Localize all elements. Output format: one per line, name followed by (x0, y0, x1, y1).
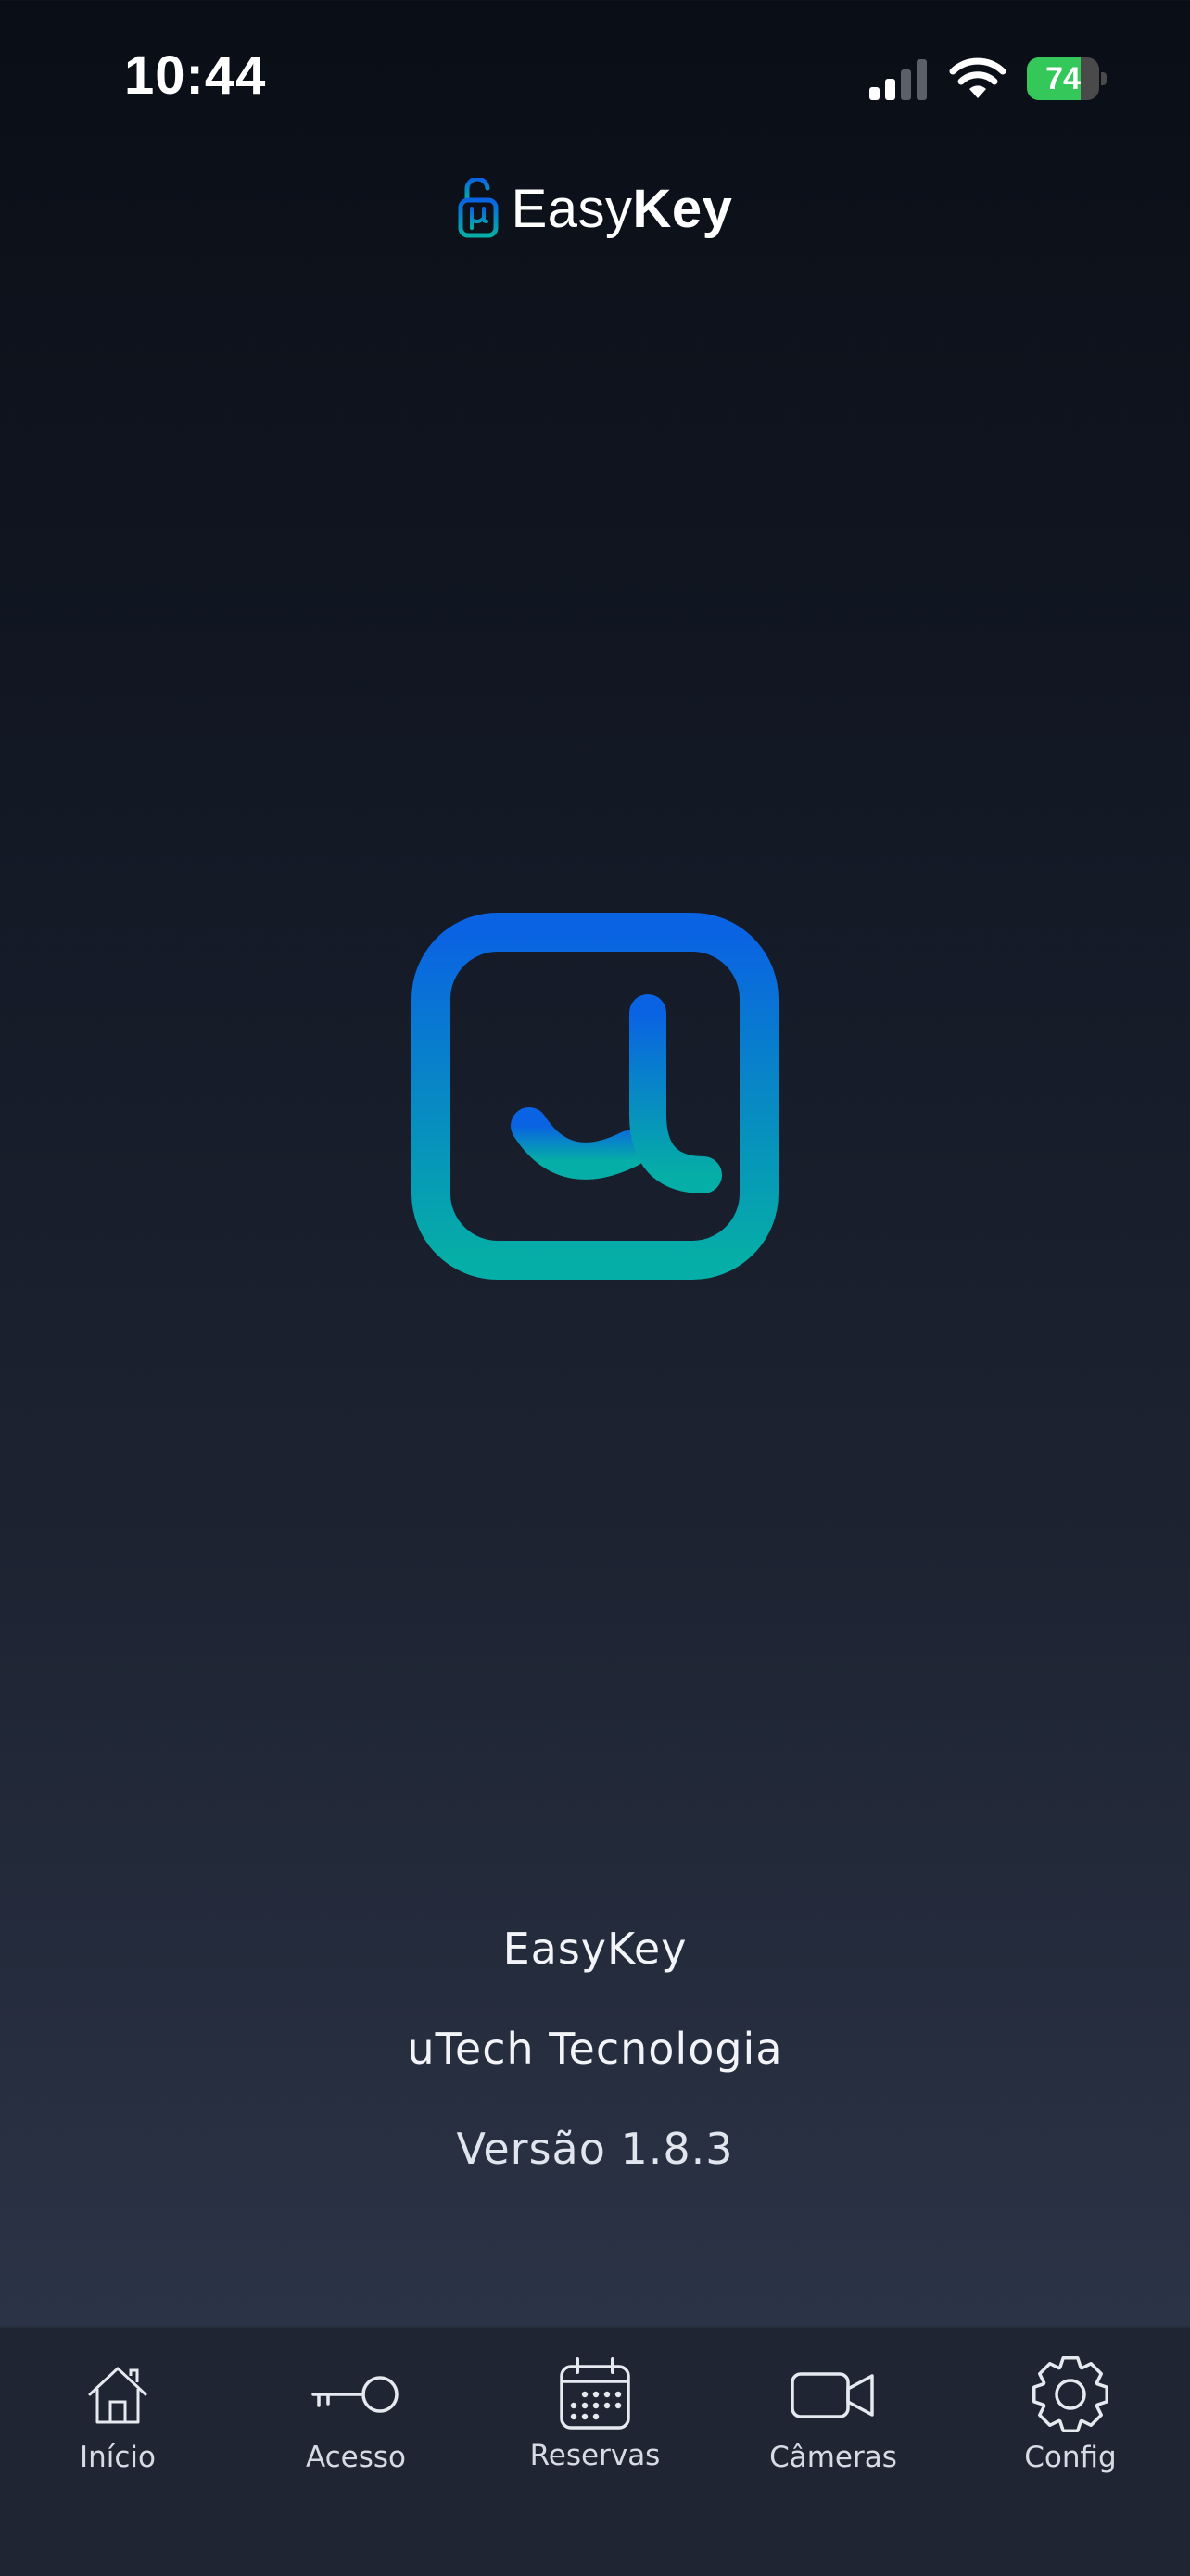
app-header: EasyKey (0, 167, 1190, 250)
key-icon (311, 2376, 399, 2413)
tab-inicio[interactable]: Início (6, 2361, 229, 2509)
tab-config-label: Config (1024, 2441, 1117, 2474)
calendar-icon (560, 2357, 630, 2430)
cellular-signal-icon (869, 59, 927, 100)
wifi-icon (949, 57, 1006, 98)
tab-reservas[interactable]: Reservas (484, 2357, 706, 2509)
version-label: Versão 1.8.3 (456, 2124, 734, 2174)
brand-name: EasyKey (511, 178, 733, 239)
tab-acesso[interactable]: Acesso (245, 2361, 467, 2509)
tab-cameras-label: Câmeras (769, 2441, 897, 2474)
utech-mu-logo (411, 913, 779, 1280)
tab-inicio-label: Início (79, 2441, 157, 2474)
about-info: EasyKey uTech Tecnologia Versão 1.8.3 (0, 1909, 1190, 2209)
tab-acesso-label: Acesso (305, 2441, 407, 2474)
company-label: uTech Tecnologia (407, 2024, 783, 2074)
battery-percent: 74 (1045, 61, 1081, 96)
brand-logo: EasyKey (458, 178, 733, 240)
tab-config[interactable]: Config (959, 2356, 1182, 2509)
padlock-mu-icon (458, 178, 499, 238)
tab-reservas-label: Reservas (529, 2439, 661, 2472)
tab-cameras[interactable]: Câmeras (722, 2361, 944, 2509)
bottom-tab-bar: Início Acesso Reservas Câmeras Config (0, 2326, 1190, 2576)
status-time: 10:44 (124, 45, 267, 106)
video-camera-icon (791, 2372, 874, 2418)
app-name-label: EasyKey (502, 1924, 688, 1974)
home-icon (88, 2367, 147, 2424)
gear-icon (1032, 2356, 1108, 2432)
status-bar: 10:44 74 (0, 0, 1190, 139)
battery-indicator: 74 (1027, 57, 1107, 100)
